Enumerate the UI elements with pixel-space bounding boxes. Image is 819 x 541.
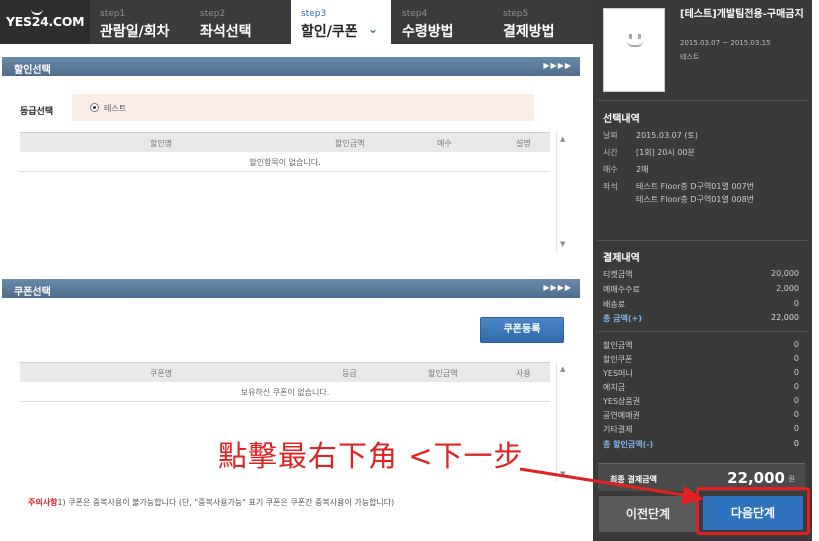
step-number: step2 — [200, 9, 226, 19]
next-step-button[interactable]: 다음단계 — [703, 496, 803, 530]
notice-heading: 주의사항 — [28, 498, 58, 507]
show-venue: 테스트 — [680, 53, 700, 61]
steps-bar: YES24.COM step1 관람일/회차 step2 좌석선택 step3 … — [0, 0, 593, 44]
order-summary-sidebar: [테스트]개발팀전용-구매금지 2015.03.07 ~ 2015.03.15 … — [593, 0, 812, 541]
table-header: 할인명 할인금액 매수 설명 — [20, 132, 550, 152]
table-empty-row: 할인항목이 없습니다. — [20, 152, 550, 172]
show-title: [테스트]개발팀전용-구매금지 — [680, 9, 804, 20]
step-5[interactable]: step5 결제방법 — [493, 0, 593, 44]
scrollbar[interactable]: ▲ ▼ — [556, 362, 570, 482]
discount-row: YES상품권 0 — [603, 396, 799, 406]
notice: 주의사항1) 쿠폰은 중복사용이 불가능합니다 (단, "중복사용가능" 표기 … — [28, 497, 394, 508]
selection-title: 선택내역 — [603, 114, 640, 125]
step-name: 결제방법 — [503, 24, 555, 40]
payment-total-row: 총 금액(+) 22,000 — [603, 313, 799, 323]
grade-label: 등급선택 — [20, 107, 54, 117]
final-amount-value: 22,000 — [727, 469, 785, 487]
grade-radio-button[interactable] — [90, 103, 99, 112]
scroll-down-icon[interactable]: ▼ — [560, 470, 565, 478]
column-header: 사용 — [516, 369, 531, 378]
step-number: step4 — [402, 9, 428, 19]
column-header: 할인금액 — [428, 369, 458, 378]
selection-row: 시간 [1회] 20시 00분 — [603, 148, 695, 157]
logo-text: YES24.COM — [6, 14, 85, 29]
show-poster — [603, 8, 665, 92]
discount-row: 공연예매권 0 — [603, 410, 799, 420]
payment-row: 배송료 0 — [603, 299, 799, 309]
step-name: 수령방법 — [402, 24, 454, 40]
column-header: 등급 — [342, 369, 357, 378]
column-header: 쿠폰명 — [150, 369, 173, 378]
column-header: 매수 — [437, 139, 452, 148]
step-name: 좌석선택 — [200, 24, 252, 40]
discount-row: 기타결제 0 — [603, 424, 799, 434]
payment-row: 티켓금액 20,000 — [603, 269, 799, 279]
payment-title: 결제내역 — [603, 253, 640, 264]
selection-row: 좌석 테스트 Floor층 D구역01열 007번 — [603, 182, 755, 191]
step-number: step5 — [503, 9, 529, 19]
discount-row: 예치금 0 — [603, 382, 799, 392]
discount-section-header: 할인선택 ▶▶▶▶ — [2, 57, 580, 76]
grade-option-label[interactable]: 테스트 — [104, 103, 126, 114]
divider — [597, 331, 807, 332]
section-title: 할인선택 — [14, 65, 51, 76]
step-name: 관람일/회차 — [100, 24, 170, 40]
step-number: step1 — [100, 9, 126, 19]
arrows-icon: ▶▶▶▶ — [543, 283, 572, 292]
discount-row: YES머니 0 — [603, 368, 799, 378]
discount-row: 할인금액 0 — [603, 340, 799, 350]
discount-total-row: 총 할인금액(-) 0 — [603, 439, 799, 449]
step-3-active[interactable]: step3 할인/쿠폰 ⌄ — [291, 0, 391, 44]
scroll-up-icon[interactable]: ▲ — [560, 365, 565, 373]
step-2[interactable]: step2 좌석선택 — [190, 0, 290, 44]
column-header: 할인금액 — [335, 139, 365, 148]
next-button-highlight: 다음단계 — [696, 487, 810, 535]
discount-row: 할인쿠폰 0 — [603, 354, 799, 364]
divider — [597, 240, 807, 241]
step-1[interactable]: step1 관람일/회차 — [90, 0, 190, 44]
chevron-down-icon: ⌄ — [368, 22, 379, 36]
column-header: 설명 — [516, 139, 531, 148]
divider — [597, 100, 807, 101]
selection-row: 매수 2매 — [603, 165, 649, 174]
annotation-text: 點擊最右下角 <下一步 — [218, 439, 524, 473]
coupon-register-button[interactable]: 쿠폰등록 — [480, 317, 564, 343]
final-amount-unit: 원 — [788, 475, 795, 483]
yes24-logo[interactable]: YES24.COM — [0, 0, 90, 44]
step-name: 할인/쿠폰 — [301, 24, 358, 40]
final-amount-label: 최종 결제금액 — [610, 475, 657, 484]
table-empty-row: 보유하신 쿠폰이 없습니다. — [20, 382, 550, 402]
step-number: step3 — [301, 9, 327, 19]
show-period: 2015.03.07 ~ 2015.03.15 — [680, 39, 771, 47]
empty-message: 보유하신 쿠폰이 없습니다. — [240, 388, 330, 397]
selection-row: 테스트 Floor층 D구역01열 008번 — [636, 195, 755, 204]
discount-table: 할인명 할인금액 매수 설명 할인항목이 없습니다. ▲ ▼ — [20, 132, 570, 252]
section-title: 쿠폰선택 — [14, 287, 51, 298]
previous-step-button[interactable]: 이전단계 — [599, 496, 697, 532]
selection-row: 날짜 2015.03.07 (토) — [603, 131, 698, 140]
scroll-up-icon[interactable]: ▲ — [560, 135, 565, 143]
scrollbar[interactable]: ▲ ▼ — [556, 132, 570, 252]
notice-text: 1) 쿠폰은 중복사용이 불가능합니다 (단, "중복사용가능" 표기 쿠폰은 … — [57, 498, 395, 507]
coupon-section-header: 쿠폰선택 ▶▶▶▶ — [2, 279, 580, 298]
scroll-down-icon[interactable]: ▼ — [560, 240, 565, 248]
table-header: 쿠폰명 등급 할인금액 사용 — [20, 362, 550, 382]
smile-icon — [625, 34, 645, 48]
payment-row: 예매수수료 2,000 — [603, 284, 799, 294]
step-4[interactable]: step4 수령방법 — [392, 0, 492, 44]
empty-message: 할인항목이 없습니다. — [249, 158, 321, 167]
arrows-icon: ▶▶▶▶ — [543, 61, 572, 70]
grade-select-box: 테스트 — [72, 94, 534, 121]
column-header: 할인명 — [150, 139, 173, 148]
